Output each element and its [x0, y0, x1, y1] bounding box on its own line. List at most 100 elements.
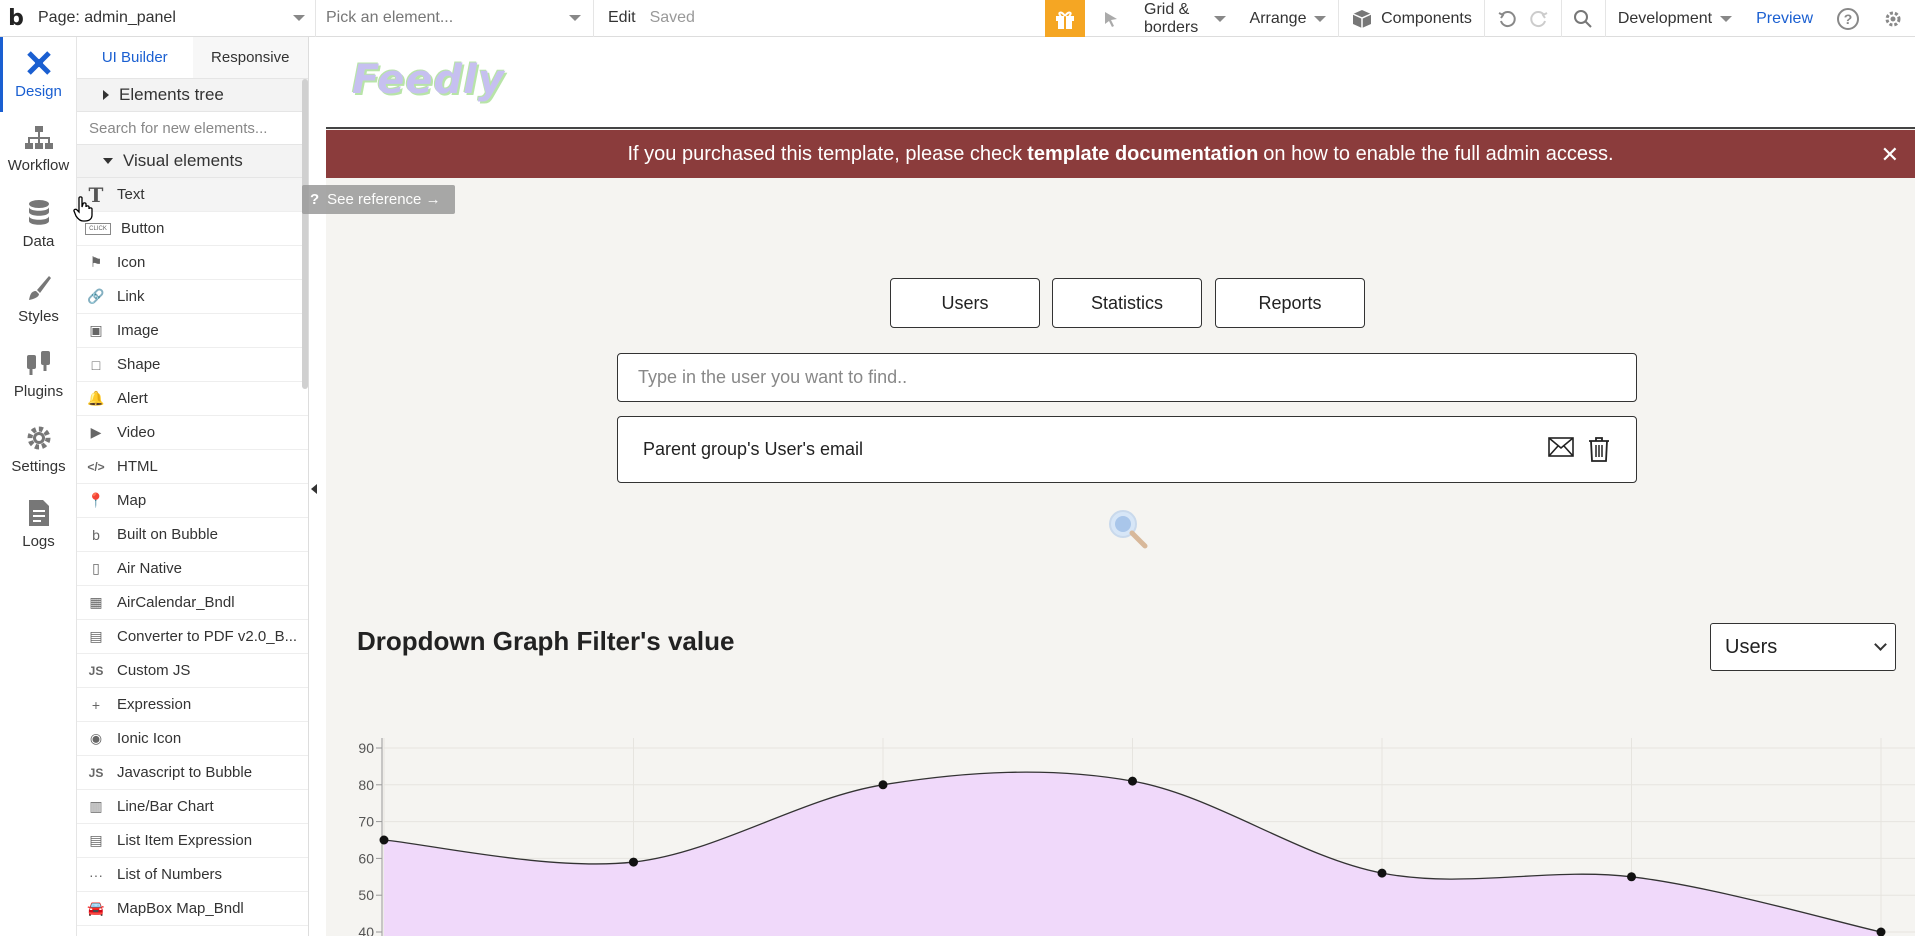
- element-list-item[interactable]: ▦ AirCalendar_Bndl: [77, 586, 308, 620]
- users-tab-button[interactable]: Users: [890, 278, 1040, 328]
- element-label: Air Native: [117, 560, 183, 577]
- element-list-item[interactable]: 📍 Map: [77, 484, 308, 518]
- statistics-tab-button[interactable]: Statistics: [1052, 278, 1202, 328]
- search-icon[interactable]: [1561, 0, 1605, 37]
- redo-icon[interactable]: [1529, 0, 1561, 37]
- element-type-icon: ▣: [89, 322, 103, 338]
- element-list-item[interactable]: 🔗 Link: [77, 280, 308, 314]
- search-elements-input[interactable]: Search for new elements...: [77, 112, 308, 145]
- bubble-logo[interactable]: b: [0, 0, 32, 37]
- element-list-item[interactable]: ⚑ Icon: [77, 246, 308, 280]
- preview-link[interactable]: Preview: [1744, 0, 1825, 37]
- element-list-item[interactable]: CLICK Button: [77, 212, 308, 246]
- help-glyph: ?: [1837, 7, 1859, 30]
- rail-item-settings[interactable]: Settings: [0, 412, 77, 487]
- rail-label: Design: [15, 83, 62, 100]
- grid-borders-menu[interactable]: Grid & borders: [1132, 0, 1238, 37]
- page-selector[interactable]: Page: admin_panel: [32, 0, 316, 37]
- element-type-icon: □: [91, 356, 101, 373]
- pointer-icon[interactable]: [1090, 0, 1132, 37]
- arrange-menu[interactable]: Arrange: [1238, 0, 1339, 37]
- element-label: Alert: [117, 390, 148, 407]
- element-type-icon: 🚘: [87, 900, 105, 916]
- rail-label: Workflow: [7, 157, 70, 174]
- element-type-icon: ▤: [89, 628, 103, 644]
- element-list-item[interactable]: JS Javascript to Bubble: [77, 756, 308, 790]
- rail-label: Settings: [11, 458, 66, 475]
- dropdown-value: Users: [1725, 635, 1778, 658]
- visual-elements-header[interactable]: Visual elements: [77, 145, 308, 178]
- undo-icon[interactable]: [1485, 0, 1529, 37]
- trash-icon[interactable]: [1588, 436, 1610, 462]
- element-list-item[interactable]: ▶ Video: [77, 416, 308, 450]
- data-point: [629, 857, 638, 867]
- element-label: Line/Bar Chart: [117, 798, 214, 815]
- close-icon[interactable]: ✕: [1881, 142, 1899, 168]
- chevron-down-icon: [1874, 638, 1887, 651]
- y-tick-label: 60: [358, 850, 374, 866]
- banner-link[interactable]: template documentation: [1027, 143, 1258, 166]
- caret-down-icon: [103, 158, 113, 164]
- reports-tab-button[interactable]: Reports: [1215, 278, 1365, 328]
- element-list-item[interactable]: ▤ List Item Expression: [77, 824, 308, 858]
- element-list-item[interactable]: ▤ Converter to PDF v2.0_B...: [77, 620, 308, 654]
- settings-gear-icon[interactable]: [1871, 0, 1915, 37]
- element-label: HTML: [117, 458, 158, 475]
- area-fill: [384, 772, 1881, 936]
- gift-icon[interactable]: [1045, 0, 1085, 37]
- components-button[interactable]: Components: [1339, 0, 1484, 37]
- rail-item-logs[interactable]: Logs: [0, 487, 77, 562]
- elements-tree-header[interactable]: Elements tree: [77, 79, 308, 112]
- collapse-panel-icon[interactable]: [311, 484, 317, 494]
- element-list-item[interactable]: </> HTML: [77, 450, 308, 484]
- element-label: Javascript to Bubble: [117, 764, 253, 781]
- panel-scrollbar[interactable]: [302, 79, 308, 389]
- brush-icon: [28, 276, 51, 300]
- data-point: [1128, 776, 1137, 786]
- element-picker[interactable]: Pick an element...: [316, 0, 594, 37]
- element-list-item[interactable]: ▯ Air Native: [77, 552, 308, 586]
- mail-icon[interactable]: [1548, 436, 1574, 458]
- gear-icon: [27, 426, 50, 450]
- tab-ui-builder[interactable]: UI Builder: [77, 37, 193, 78]
- element-list-item[interactable]: JS Custom JS: [77, 654, 308, 688]
- element-list-item[interactable]: + Expression: [77, 688, 308, 722]
- rail-item-styles[interactable]: Styles: [0, 262, 77, 337]
- help-icon[interactable]: ?: [1825, 0, 1871, 37]
- element-label: Image: [117, 322, 159, 339]
- database-icon: [28, 200, 49, 225]
- banner-text-pre: If you purchased this template, please c…: [627, 142, 1023, 165]
- element-list-item[interactable]: ◉ Ionic Icon: [77, 722, 308, 756]
- environment-selector[interactable]: Development: [1606, 0, 1744, 37]
- rail-item-workflow[interactable]: Workflow: [0, 112, 77, 187]
- element-list-item[interactable]: ▣ Image: [77, 314, 308, 348]
- rail-item-design[interactable]: Design: [0, 37, 77, 112]
- user-search-input[interactable]: Type in the user you want to find..: [617, 353, 1637, 402]
- element-list-item[interactable]: T Text: [77, 178, 308, 212]
- page-selector-label: Page: admin_panel: [38, 9, 176, 26]
- y-tick-label: 50: [358, 887, 374, 903]
- element-list-item[interactable]: ··· List of Numbers: [77, 858, 308, 892]
- element-type-icon: +: [91, 696, 101, 713]
- element-list-item[interactable]: b Built on Bubble: [77, 518, 308, 552]
- data-point: [379, 835, 389, 845]
- visual-elements-label: Visual elements: [123, 151, 243, 170]
- element-list-item[interactable]: 🔔 Alert: [77, 382, 308, 416]
- element-label: Link: [117, 288, 145, 305]
- data-point: [1377, 868, 1387, 878]
- edit-menu[interactable]: Edit: [594, 9, 650, 27]
- element-list-item[interactable]: 🚘 MapBox Map_Bndl: [77, 892, 308, 926]
- chevron-down-icon: [1720, 15, 1733, 22]
- element-label: AirCalendar_Bndl: [117, 594, 235, 611]
- design-icon: [26, 51, 51, 75]
- element-list-item[interactable]: ▥ Line/Bar Chart: [77, 790, 308, 824]
- rail-item-data[interactable]: Data: [0, 187, 77, 262]
- tab-responsive[interactable]: Responsive: [192, 37, 308, 78]
- brand-logo[interactable]: Feedly: [352, 57, 505, 103]
- graph-filter-dropdown[interactable]: Users: [1710, 623, 1896, 671]
- rail-item-plugins[interactable]: Plugins: [0, 337, 77, 412]
- element-list-item[interactable]: □ Shape: [77, 348, 308, 382]
- rail-label: Plugins: [13, 383, 64, 400]
- chevron-down-icon: [569, 15, 581, 21]
- see-reference-tooltip[interactable]: ? See reference →: [302, 185, 455, 214]
